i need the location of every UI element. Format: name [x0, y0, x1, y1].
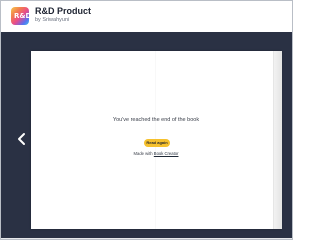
book-title: R&D Product: [35, 6, 91, 16]
made-with-credit: Made with Book Creator: [111, 151, 201, 156]
page-edge: [273, 51, 282, 229]
chevron-left-icon[interactable]: [15, 132, 29, 146]
end-of-book-message: You've reached the end of the book: [112, 117, 200, 123]
bottom-border: [1, 238, 292, 239]
made-with-text: Made with: [133, 151, 153, 156]
app-logo-letters: R&D: [14, 12, 29, 20]
app-logo-icon: R&D: [11, 7, 29, 25]
book-author: by Sriwahyuni: [35, 17, 70, 23]
app-window: R&D R&D Product by Sriwahyuni You've rea…: [0, 0, 293, 240]
book-creator-link[interactable]: Book Creator: [154, 151, 179, 156]
app-header: R&D R&D Product by Sriwahyuni: [1, 1, 292, 32]
read-again-button[interactable]: Read again: [144, 139, 170, 147]
